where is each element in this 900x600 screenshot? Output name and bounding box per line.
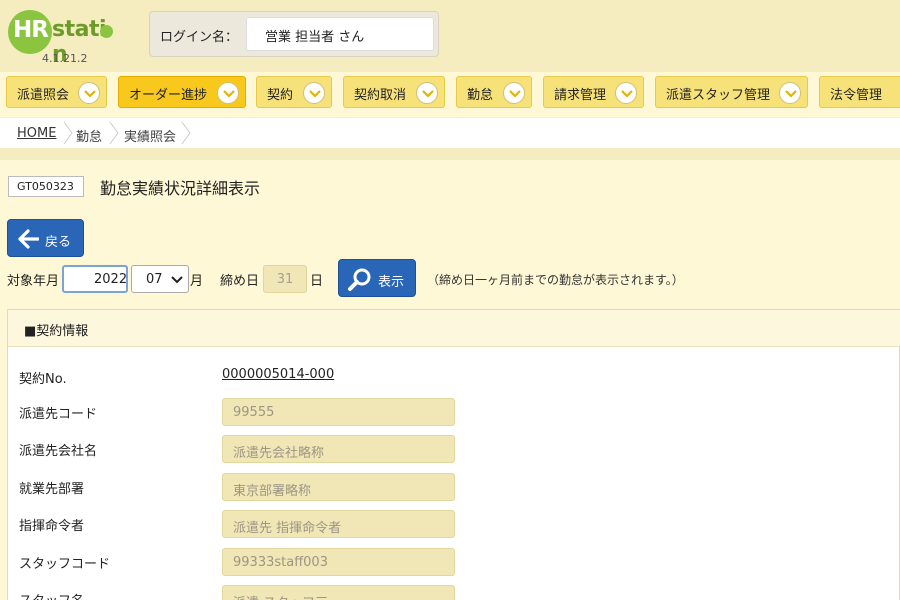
month-suffix: 月: [190, 274, 204, 289]
client-code-field: 99555: [222, 398, 455, 426]
chevron-down-icon: [303, 82, 325, 104]
hr-station-logo[interactable]: HR statin 4.1.21.2: [8, 6, 128, 67]
staff-name-field: 派遣 スタッフ三: [222, 585, 455, 600]
client-code-label: 派遣先コード: [19, 407, 98, 422]
chevron-down-icon: [416, 82, 438, 104]
contract-no-link[interactable]: 0000005014-000: [222, 367, 334, 382]
chevron-down-icon: [78, 82, 100, 104]
nav-item-legal-management[interactable]: 法令管理: [819, 76, 900, 108]
target-month-label: 対象年月: [7, 274, 60, 289]
breadcrumb-separator-icon: [181, 121, 191, 145]
day-suffix: 日: [310, 274, 324, 289]
nav-item-label: 勤怠: [467, 88, 494, 103]
arrow-left-icon: [18, 229, 39, 249]
login-label: ログイン名：: [160, 30, 239, 45]
breadcrumb-separator-icon: [63, 121, 73, 145]
month-select[interactable]: 07: [131, 265, 189, 293]
breadcrumb: HOME 勤怠 実績照会: [0, 117, 900, 148]
app-version: 4.1.21.2: [42, 52, 88, 65]
nav-item-label: オーダー進捗: [129, 88, 208, 103]
nav-item-label: 派遣スタッフ管理: [666, 88, 771, 103]
nav-item-haken-shokai[interactable]: 派遣照会: [6, 76, 107, 108]
close-day-field: 31: [263, 265, 307, 293]
panel-title: ■契約情報: [24, 324, 89, 339]
client-company-label: 派遣先会社名: [19, 444, 98, 459]
breadcrumb-separator-icon: [109, 121, 119, 145]
staff-name-label: スタッフ名: [19, 590, 84, 600]
work-department-label: 就業先部署: [19, 482, 85, 497]
breadcrumb-item-results: 実績照会: [124, 130, 177, 145]
client-company-field: 派遣先会社略称: [222, 435, 455, 463]
chevron-down-icon: [615, 82, 637, 104]
nav-item-label: 契約: [267, 88, 294, 103]
supervisor-field: 派遣先 指揮命令者: [222, 510, 455, 538]
page-title: 勤怠実績状況詳細表示: [100, 179, 261, 198]
nav-item-label: 派遣照会: [17, 88, 70, 103]
nav-item-label: 法令管理: [830, 88, 883, 103]
logo-dot: [100, 25, 113, 38]
supervisor-label: 指揮命令者: [19, 519, 85, 534]
breadcrumb-home-link[interactable]: HOME: [17, 126, 56, 141]
month-select-value: 07: [146, 272, 163, 287]
nav-item-attendance[interactable]: 勤怠: [456, 76, 532, 108]
logo-hr-text: HR: [13, 17, 49, 43]
nav-item-label: 契約取消: [354, 88, 407, 103]
back-button[interactable]: 戻る: [7, 219, 84, 257]
nav-item-billing[interactable]: 請求管理: [543, 76, 644, 108]
search-icon: [348, 268, 371, 291]
login-info: ログイン名： 営業 担当者 さん: [149, 11, 439, 57]
chevron-down-icon: [779, 82, 801, 104]
show-button[interactable]: 表示: [338, 259, 416, 297]
show-button-label: 表示: [378, 275, 405, 290]
year-input[interactable]: 2022: [62, 265, 128, 293]
staff-code-field: 99333staff003: [222, 548, 455, 576]
chevron-down-icon: [171, 276, 183, 284]
back-button-label: 戻る: [45, 235, 72, 250]
contract-info-panel: ■契約情報 契約No. 0000005014-000 派遣先コード 99555 …: [7, 309, 900, 600]
breadcrumb-item-attendance: 勤怠: [76, 130, 103, 145]
chevron-down-icon: [503, 82, 525, 104]
nav-item-contract[interactable]: 契約: [256, 76, 332, 108]
chevron-down-icon: [217, 82, 239, 104]
nav-item-order-progress[interactable]: オーダー進捗: [118, 76, 246, 108]
panel-header: ■契約情報: [8, 310, 900, 347]
app-header: HR statin 4.1.21.2 ログイン名： 営業 担当者 さん: [0, 0, 900, 72]
staff-code-label: スタッフコード: [19, 557, 111, 572]
nav-item-label: 請求管理: [554, 88, 607, 103]
nav-item-contract-cancel[interactable]: 契約取消: [343, 76, 445, 108]
divider-band: [0, 148, 900, 160]
close-day-label: 締め日: [220, 274, 260, 289]
main-nav: 派遣照会 オーダー進捗 契約 契約取消 勤怠 請求管理 派遣スタッフ管理 法令管…: [0, 72, 900, 114]
nav-item-staff-management[interactable]: 派遣スタッフ管理: [655, 76, 808, 108]
close-day-hint: （締め日一ヶ月前までの勤怠が表示されます。）: [427, 273, 684, 287]
contract-no-label: 契約No.: [19, 372, 67, 387]
login-user-name: 営業 担当者 さん: [246, 17, 434, 51]
work-department-field: 東京部署略称: [222, 473, 455, 501]
screen-id-badge: GT050323: [8, 176, 84, 197]
